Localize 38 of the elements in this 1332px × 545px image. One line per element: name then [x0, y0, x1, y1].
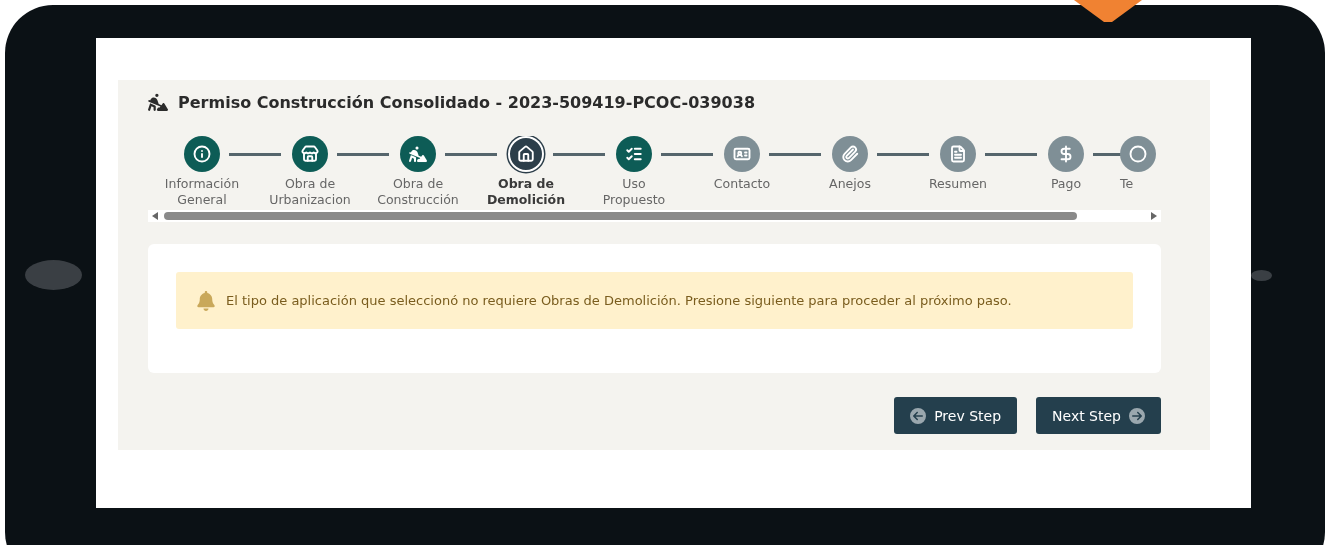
- next-step-button[interactable]: Next Step: [1036, 397, 1161, 434]
- step-circle[interactable]: [508, 136, 544, 172]
- arrow-left-icon: [910, 407, 927, 424]
- circle-icon: [1129, 145, 1147, 163]
- step-label[interactable]: Pago: [1024, 176, 1108, 192]
- house-icon: [517, 145, 535, 163]
- step-label[interactable]: Obra de Construcción: [376, 176, 460, 208]
- scrollbar-thumb[interactable]: [164, 212, 1077, 220]
- checklist-icon: [625, 145, 643, 163]
- step-label[interactable]: Anejos: [808, 176, 892, 192]
- scroll-left-icon[interactable]: [152, 212, 158, 220]
- step-circle[interactable]: [184, 136, 220, 172]
- step-circle[interactable]: [292, 136, 328, 172]
- arrow-right-icon: [1129, 407, 1145, 424]
- step-circle[interactable]: [616, 136, 652, 172]
- page-title: Permiso Construcción Consolidado - 2023-509419-PCOC-039038: [178, 92, 755, 112]
- bell-icon: [196, 290, 216, 311]
- pointer-marker: [1074, 0, 1142, 22]
- sensor-dot: [1251, 270, 1272, 281]
- id-card-icon: [733, 145, 751, 163]
- step-label[interactable]: Obra de Urbanizacion: [268, 176, 352, 208]
- storefront-icon: [301, 145, 319, 163]
- horizontal-scrollbar[interactable]: [148, 210, 1161, 222]
- step-label[interactable]: Información General: [160, 176, 244, 208]
- alert-message: El tipo de aplicación que seleccionó no requiere Obras de Demolición. Presione siguiente para proceder al próximo paso.: [226, 293, 1012, 308]
- document-icon: [949, 145, 967, 163]
- scroll-right-icon[interactable]: [1151, 212, 1157, 220]
- paperclip-icon: [841, 145, 859, 163]
- step-label[interactable]: Uso Propuesto: [592, 176, 676, 208]
- step-label[interactable]: Obra de Demolición: [484, 176, 568, 208]
- digging-worker-icon: [148, 92, 168, 112]
- step-circle[interactable]: [400, 136, 436, 172]
- info-icon: [193, 145, 211, 163]
- step-label[interactable]: Te: [1120, 176, 1134, 192]
- step-label[interactable]: Contacto: [700, 176, 784, 192]
- step-label[interactable]: Resumen: [916, 176, 1000, 192]
- digging-worker-icon: [409, 145, 427, 163]
- prev-step-button[interactable]: Prev Step: [894, 397, 1018, 434]
